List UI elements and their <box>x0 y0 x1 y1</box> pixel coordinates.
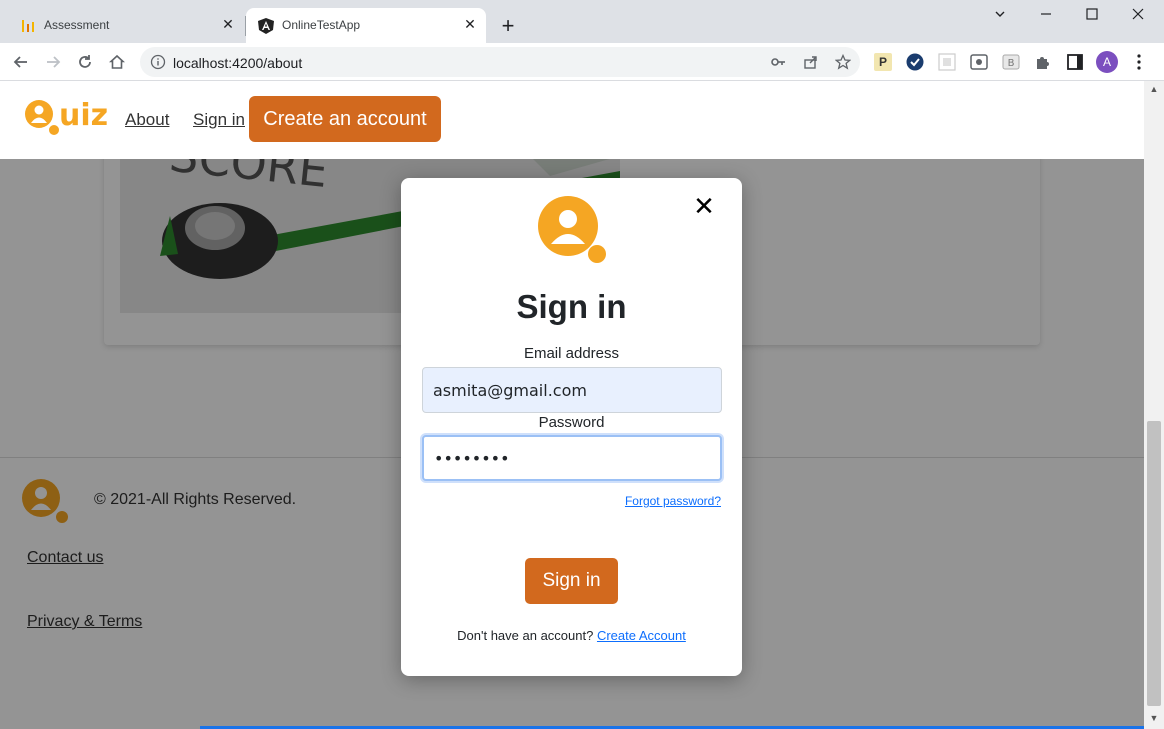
tab-label: Assessment <box>44 18 110 32</box>
modal-title: Sign in <box>516 288 627 325</box>
no-account-text: Don't have an account? <box>457 628 594 643</box>
share-icon[interactable] <box>803 54 819 70</box>
svg-text:uiz: uiz <box>59 98 108 133</box>
site-header: uiz About Sign in Create an account <box>0 81 1144 159</box>
profile-avatar[interactable]: A <box>1096 51 1118 73</box>
page-scrollbar[interactable]: ▲ ▼ <box>1144 81 1164 729</box>
modal-logo-icon <box>538 196 606 263</box>
sign-in-modal: ✕ Sign in Email address Password Forgot … <box>401 178 742 676</box>
extension-b-icon[interactable]: B <box>1002 53 1020 71</box>
modal-close-icon[interactable]: ✕ <box>693 193 715 219</box>
sign-in-submit-button[interactable]: Sign in <box>525 558 618 604</box>
info-icon[interactable] <box>150 54 166 70</box>
assessment-favicon-icon <box>22 20 34 32</box>
create-account-link[interactable]: Create Account <box>597 628 686 643</box>
password-field[interactable] <box>422 435 722 481</box>
nav-about-link[interactable]: About <box>125 110 169 130</box>
email-label: Email address <box>523 345 620 362</box>
reload-icon[interactable] <box>74 51 96 73</box>
extension-cast-icon[interactable] <box>970 53 988 71</box>
quiz-logo[interactable]: uiz <box>24 97 114 137</box>
home-icon[interactable] <box>106 51 128 73</box>
svg-text:B: B <box>1008 58 1015 69</box>
no-account-row: Don't have an account? Create Account <box>401 628 742 643</box>
minimize-icon[interactable] <box>1031 4 1061 26</box>
window-close-icon[interactable] <box>1123 4 1153 26</box>
tab-assessment[interactable]: Assessment ✕ <box>8 8 244 43</box>
scroll-down-icon[interactable]: ▼ <box>1148 713 1160 725</box>
create-account-button[interactable]: Create an account <box>249 96 441 142</box>
forward-icon[interactable] <box>42 51 64 73</box>
extension-grid-icon[interactable] <box>938 53 956 71</box>
website-viewport: SCORE © 2021-All Rights Reserved. Contac… <box>0 81 1144 729</box>
tab-search-icon[interactable] <box>985 4 1015 26</box>
scroll-up-icon[interactable]: ▲ <box>1148 84 1160 96</box>
new-tab-button[interactable]: + <box>498 15 518 37</box>
password-label: Password <box>538 414 605 431</box>
email-field[interactable] <box>422 367 722 413</box>
url-text: localhost:4200/about <box>173 55 303 71</box>
maximize-icon[interactable] <box>1077 4 1107 26</box>
tab-label: OnlineTestApp <box>282 18 361 32</box>
tab-close-icon[interactable]: ✕ <box>220 16 236 32</box>
tab-onlinetestapp[interactable]: OnlineTestApp ✕ <box>246 8 486 43</box>
sidebar-icon[interactable] <box>1066 53 1084 71</box>
star-icon[interactable] <box>835 54 851 70</box>
nav-sign-in-link[interactable]: Sign in <box>193 110 245 130</box>
extensions-puzzle-icon[interactable] <box>1034 53 1052 71</box>
tab-close-icon[interactable]: ✕ <box>462 16 478 32</box>
extension-p-icon[interactable]: P <box>874 53 892 71</box>
scrollbar-thumb[interactable] <box>1147 421 1161 706</box>
key-icon[interactable] <box>770 54 786 70</box>
browser-toolbar: localhost:4200/about P B A <box>0 43 1164 81</box>
forgot-password-link[interactable]: Forgot password? <box>625 494 721 508</box>
angular-favicon-icon <box>258 18 274 34</box>
back-icon[interactable] <box>10 51 32 73</box>
menu-icon[interactable] <box>1130 53 1148 71</box>
address-bar[interactable]: localhost:4200/about <box>140 47 860 77</box>
browser-window: Assessment ✕ OnlineTestApp ✕ + localhost… <box>0 0 1164 729</box>
tab-bar: Assessment ✕ OnlineTestApp ✕ + <box>0 0 1164 43</box>
extension-check-icon[interactable] <box>906 53 924 71</box>
